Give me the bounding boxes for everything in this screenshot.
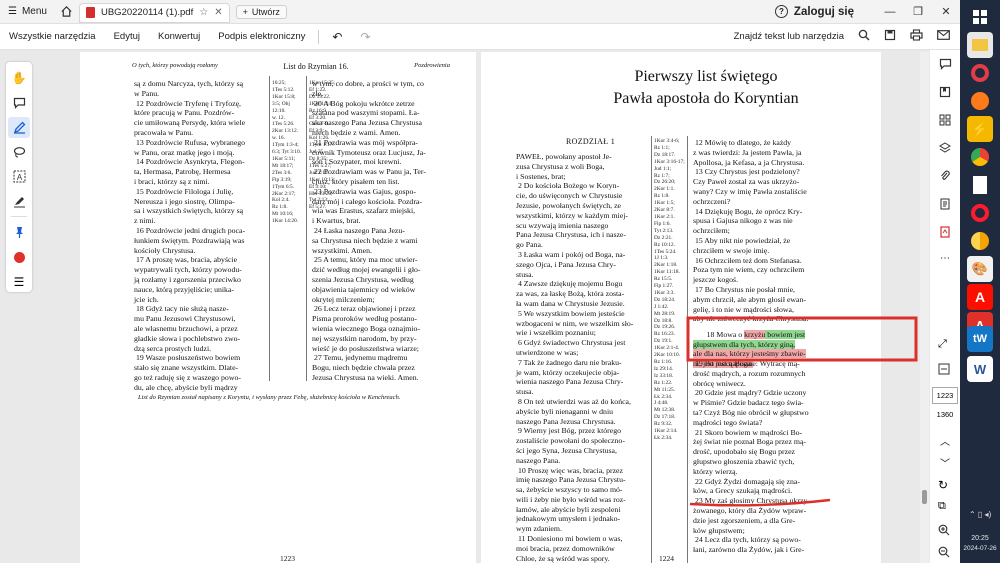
system-taskbar: ⚡ 🎨 A A tW W ⌃ ▯ ◂) xyxy=(960,0,1000,563)
annotation-overlay xyxy=(686,316,918,507)
tray-icons[interactable]: ⌃ ▯ ◂) xyxy=(969,510,991,519)
word-icon[interactable]: W xyxy=(967,356,993,382)
clock-time[interactable]: 20:25 xyxy=(960,535,1000,542)
chevron-up-icon[interactable]: ︿ xyxy=(940,433,950,448)
firefox-icon[interactable] xyxy=(967,88,993,114)
paint-icon[interactable]: 🎨 xyxy=(967,256,993,282)
app-icon[interactable]: ⚡ xyxy=(967,116,993,142)
notes-icon[interactable] xyxy=(967,172,993,198)
opera-icon[interactable] xyxy=(967,200,993,226)
pages-icon[interactable] xyxy=(939,197,951,215)
chrome-canary-icon[interactable] xyxy=(967,228,993,254)
clock-date[interactable]: 2024-07-26 xyxy=(960,545,1000,552)
scrollbar-thumb[interactable] xyxy=(922,490,927,504)
pdf-reader-window: ☰ Menu UBG20220114 (1).pdf ☆ ✕ + Utwórz … xyxy=(0,0,1000,563)
comments-panel-icon[interactable] xyxy=(939,57,952,75)
zoom-out-icon[interactable] xyxy=(938,545,950,563)
fit-page-icon[interactable] xyxy=(938,362,950,380)
more-panel-icon[interactable]: ⋯ xyxy=(940,253,950,264)
export-pdf-icon[interactable] xyxy=(939,225,951,243)
thumbnails-icon[interactable] xyxy=(939,113,951,131)
tw-app-icon[interactable]: tW xyxy=(967,326,993,352)
file-explorer-icon[interactable] xyxy=(967,32,993,58)
copy-icon[interactable]: ⧉ xyxy=(938,500,946,513)
zoom-in-icon[interactable] xyxy=(938,523,950,541)
vertical-scrollbar[interactable] xyxy=(920,52,929,563)
layers-icon[interactable] xyxy=(939,141,951,159)
acrobat-icon[interactable]: A xyxy=(967,284,993,310)
rotate-icon[interactable]: ↻ xyxy=(938,478,948,492)
chrome-icon[interactable] xyxy=(967,144,993,170)
windows-start-icon[interactable] xyxy=(967,4,993,30)
attachments-icon[interactable] xyxy=(939,169,951,187)
page-total: 1360 xyxy=(936,410,954,419)
red-underline-annotation[interactable] xyxy=(689,498,831,507)
page-number-input[interactable]: 1223 xyxy=(932,387,958,404)
bookmark-panel-icon[interactable] xyxy=(939,85,951,103)
opera-gx-icon[interactable] xyxy=(967,60,993,86)
red-rectangle-annotation[interactable] xyxy=(686,316,918,362)
expand-icon[interactable]: ⤢ xyxy=(938,338,947,351)
chevron-down-icon[interactable]: ﹀ xyxy=(940,455,950,470)
